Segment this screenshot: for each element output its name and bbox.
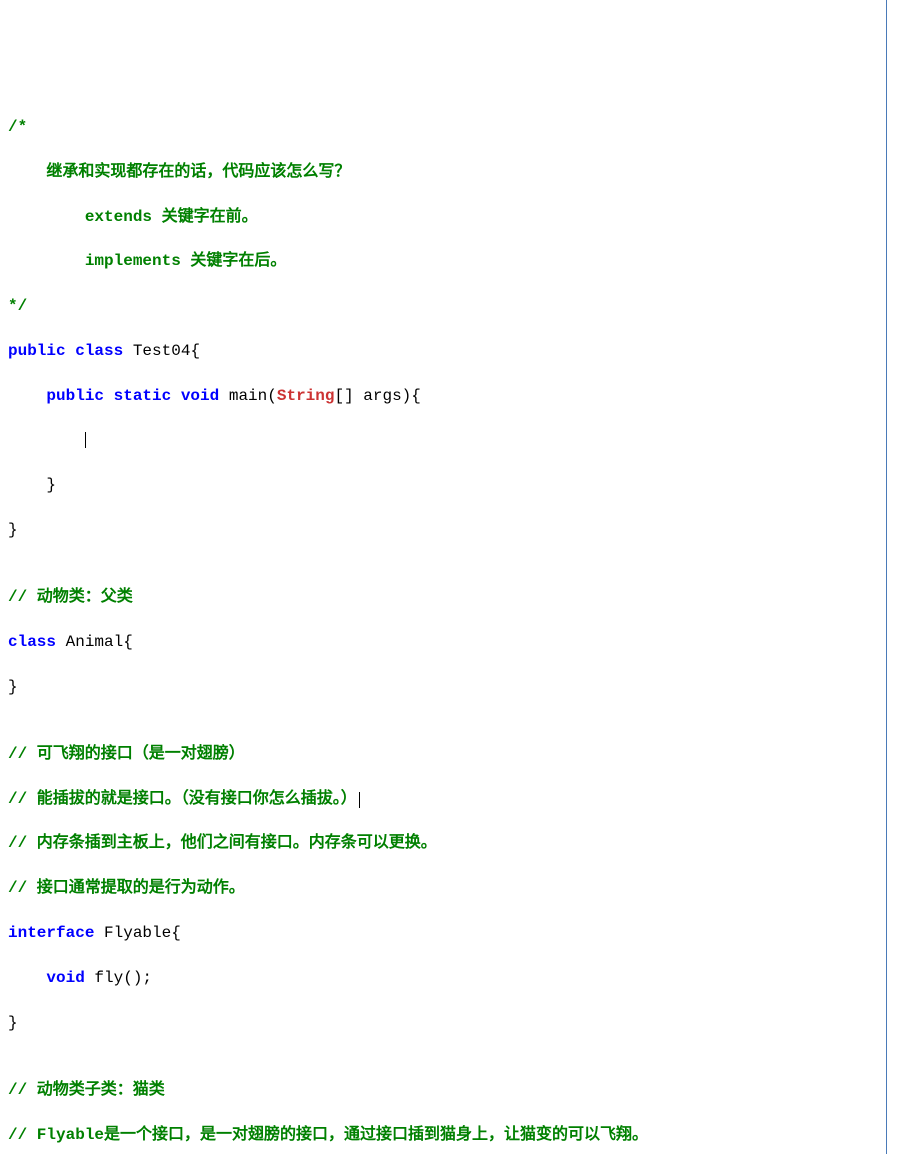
text-cursor-icon <box>359 792 360 808</box>
code-line-cursor <box>8 429 911 451</box>
code-line: // 内存条插到主板上，他们之间有接口。内存条可以更换。 <box>8 832 911 854</box>
code-line: // 动物类子类：猫类 <box>8 1079 911 1101</box>
code-line: /* <box>8 116 911 138</box>
code-line: */ <box>8 295 911 317</box>
code-line: class Animal{ <box>8 631 911 653</box>
code-line: extends 关键字在前。 <box>8 206 911 228</box>
code-line: } <box>8 474 911 496</box>
code-line: implements 关键字在后。 <box>8 250 911 272</box>
code-line: void fly(); <box>8 967 911 989</box>
code-line: // 接口通常提取的是行为动作。 <box>8 877 911 899</box>
text-cursor-icon <box>85 432 86 448</box>
code-editor[interactable]: /* 继承和实现都存在的话，代码应该怎么写？ extends 关键字在前。 im… <box>8 94 911 1154</box>
code-line: } <box>8 519 911 541</box>
code-line: public class Test04{ <box>8 340 911 362</box>
code-line: // Flyable是一个接口，是一对翅膀的接口，通过接口插到猫身上，让猫变的可… <box>8 1124 911 1146</box>
code-line: } <box>8 1012 911 1034</box>
code-line: // 能插拔的就是接口。（没有接口你怎么插拔。） <box>8 788 911 810</box>
code-line: interface Flyable{ <box>8 922 911 944</box>
code-line: public static void main(String[] args){ <box>8 385 911 407</box>
code-line: // 动物类：父类 <box>8 586 911 608</box>
code-line: // 可飞翔的接口（是一对翅膀） <box>8 743 911 765</box>
code-line: } <box>8 676 911 698</box>
code-line: 继承和实现都存在的话，代码应该怎么写？ <box>8 161 911 183</box>
